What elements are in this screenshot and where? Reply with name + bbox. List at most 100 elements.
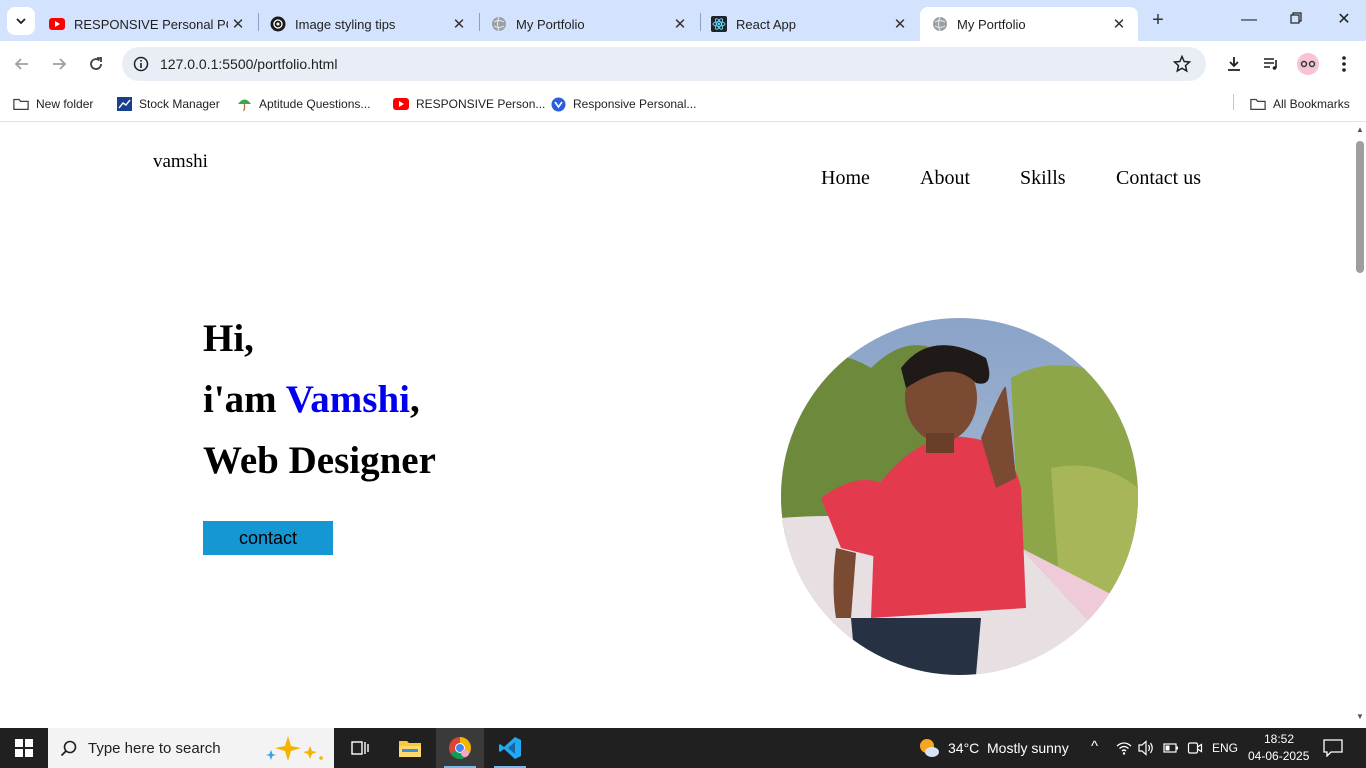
restore-button[interactable]: [1284, 9, 1308, 33]
hero-intro-prefix: i'am: [203, 378, 286, 421]
vscode-taskbar-button[interactable]: [486, 728, 534, 768]
close-tab-icon[interactable]: ✕: [228, 14, 248, 34]
bookmarks-divider: [1233, 94, 1234, 110]
bookmark-label: New folder: [36, 97, 94, 111]
bookmark-new-folder[interactable]: New folder: [13, 95, 93, 113]
url-text: 127.0.0.1:5500/portfolio.html: [160, 56, 338, 72]
downloads-button[interactable]: [1222, 52, 1246, 76]
task-view-button[interactable]: [336, 728, 384, 768]
tab-image-styling[interactable]: Image styling tips ✕: [258, 7, 478, 41]
folder-icon: [1250, 97, 1266, 111]
address-bar[interactable]: 127.0.0.1:5500/portfolio.html: [122, 47, 1206, 81]
nav-contact[interactable]: Contact us: [1116, 167, 1201, 190]
show-hidden-icons-icon[interactable]: ^: [1091, 738, 1098, 755]
folder-icon: [399, 741, 421, 757]
wifi-icon[interactable]: [1116, 740, 1132, 761]
close-tab-icon[interactable]: ✕: [449, 14, 469, 34]
hero-role: Web Designer: [203, 439, 436, 482]
youtube-icon: [393, 97, 409, 111]
clock-time[interactable]: 18:52: [1264, 732, 1294, 746]
nav-skills[interactable]: Skills: [1020, 167, 1066, 190]
hero-intro-suffix: ,: [410, 378, 420, 421]
bookmarks-bar: New folder Stock Manager Aptitude Questi…: [0, 87, 1366, 122]
weather-icon[interactable]: [918, 737, 940, 764]
more-vertical-icon: [1342, 56, 1346, 72]
weather-temp[interactable]: 34°C: [948, 740, 979, 756]
windows-icon: [15, 739, 33, 757]
bookmark-aptitude[interactable]: Aptitude Questions...: [236, 95, 370, 113]
blue-circle-icon: [550, 97, 566, 111]
reload-button[interactable]: [84, 52, 108, 76]
browser-toolbar: 127.0.0.1:5500/portfolio.html: [0, 41, 1366, 87]
back-button[interactable]: [10, 52, 34, 76]
hero-greeting: Hi,: [203, 317, 254, 360]
minimize-button[interactable]: —: [1237, 9, 1261, 33]
close-tab-icon[interactable]: ✕: [890, 14, 910, 34]
tab-title: React App: [736, 16, 796, 32]
playlist-icon: [1264, 58, 1277, 70]
close-tab-icon[interactable]: ✕: [1109, 14, 1129, 34]
scroll-down-arrow-icon[interactable]: ▼: [1356, 712, 1364, 721]
bookmark-responsive-yt[interactable]: RESPONSIVE Person...: [393, 95, 545, 113]
contact-button[interactable]: contact: [203, 521, 333, 555]
profile-photo: [781, 318, 1138, 675]
chrome-taskbar-button[interactable]: [436, 728, 484, 768]
chrome-icon: [449, 737, 471, 759]
close-window-button[interactable]: ✕: [1332, 9, 1356, 33]
globe-icon: [932, 16, 948, 32]
chevron-down-icon: [16, 18, 26, 25]
notification-icon[interactable]: [1323, 739, 1343, 762]
tab-responsive-portfolio[interactable]: RESPONSIVE Personal PORTFOLIO ✕: [37, 7, 257, 41]
bookmark-stock-manager[interactable]: Stock Manager: [116, 95, 220, 113]
weather-condition[interactable]: Mostly sunny: [987, 740, 1069, 756]
site-info-icon[interactable]: [133, 56, 149, 77]
windows-taskbar: Type here to search 34°C Mostly sunny ^ …: [0, 728, 1366, 768]
tab-search-button[interactable]: [7, 7, 35, 35]
nav-home[interactable]: Home: [821, 167, 870, 190]
task-view-icon: [351, 741, 369, 755]
tab-title: My Portfolio: [516, 16, 585, 32]
volume-icon[interactable]: [1138, 740, 1155, 761]
bookmark-star-icon[interactable]: [1172, 54, 1192, 78]
react-icon: [711, 16, 727, 32]
scroll-up-arrow-icon[interactable]: ▲: [1356, 125, 1364, 134]
battery-icon[interactable]: [1163, 741, 1179, 760]
nav-about[interactable]: About: [920, 167, 970, 190]
tab-title: RESPONSIVE Personal PORTFOLIO: [74, 16, 228, 32]
search-placeholder: Type here to search: [88, 740, 221, 757]
copilot-sparkle-icon[interactable]: [264, 734, 326, 767]
taskbar-search-box[interactable]: Type here to search: [48, 728, 334, 768]
download-icon: [1228, 57, 1240, 71]
media-control-button[interactable]: [1259, 52, 1283, 76]
globe-icon: [491, 16, 507, 32]
tab-my-portfolio[interactable]: My Portfolio ✕: [479, 7, 699, 41]
bookmark-responsive-personal[interactable]: Responsive Personal...: [550, 95, 696, 113]
search-icon: [60, 739, 78, 762]
page-viewport: vamshi Home About Skills Contact us Hi, …: [0, 123, 1354, 728]
tab-title: Image styling tips: [295, 16, 396, 32]
umbrella-icon: [236, 97, 252, 111]
scroll-thumb[interactable]: [1356, 141, 1364, 273]
clock-date[interactable]: 04-06-2025: [1248, 749, 1309, 763]
bookmark-label: Aptitude Questions...: [259, 97, 371, 111]
bookmark-label: Stock Manager: [139, 97, 220, 111]
close-tab-icon[interactable]: ✕: [670, 14, 690, 34]
profile-avatar[interactable]: [1296, 52, 1320, 76]
all-bookmarks[interactable]: All Bookmarks: [1250, 95, 1350, 113]
arrow-left-icon: [14, 58, 28, 70]
file-explorer-button[interactable]: [386, 728, 434, 768]
tab-react-app[interactable]: React App ✕: [699, 7, 919, 41]
avatar-icon: [1297, 53, 1319, 75]
forward-button[interactable]: [47, 52, 71, 76]
page-scrollbar[interactable]: ▲ ▼: [1354, 123, 1366, 728]
chart-icon: [116, 97, 132, 111]
new-tab-button[interactable]: +: [1146, 9, 1170, 33]
tab-my-portfolio-active[interactable]: My Portfolio ✕: [920, 7, 1138, 41]
hero-intro: i'am Vamshi,: [203, 377, 420, 422]
site-logo[interactable]: vamshi: [153, 151, 208, 173]
meet-now-icon[interactable]: [1187, 740, 1203, 761]
language-indicator[interactable]: ENG: [1212, 741, 1238, 755]
menu-button[interactable]: [1332, 52, 1356, 76]
chatgpt-icon: [270, 16, 286, 32]
start-button[interactable]: [0, 728, 48, 768]
